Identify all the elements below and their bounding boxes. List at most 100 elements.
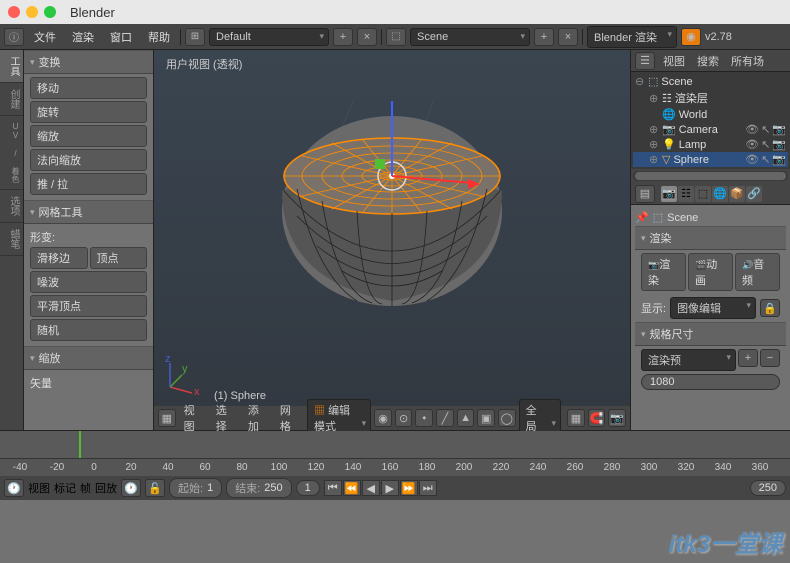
tl-menu-marker[interactable]: 标记 xyxy=(54,480,76,496)
noise-button[interactable]: 噪波 xyxy=(30,271,147,293)
tree-item-sphere[interactable]: ⊕ ▽ Sphere 👁↖📷 xyxy=(633,152,788,167)
timeline-editor-type-icon[interactable]: 🕐 xyxy=(4,479,24,497)
menu-render[interactable]: 渲染 xyxy=(66,29,100,45)
limit-selection-icon[interactable]: ▣ xyxy=(477,409,495,427)
panel-mesh-tools-header[interactable]: 网格工具 xyxy=(24,200,153,224)
face-select-icon[interactable]: ▲ xyxy=(457,409,475,427)
eye-icon[interactable]: 👁 xyxy=(745,123,759,136)
tl-menu-playback[interactable]: 回放 xyxy=(95,480,117,496)
ptab-render[interactable]: 📷 xyxy=(661,186,677,202)
render-icon[interactable]: 📷 xyxy=(772,153,786,166)
properties-editor-icon[interactable]: ▤ xyxy=(635,185,655,203)
panel-scale-header[interactable]: 缩放 xyxy=(24,346,153,370)
outliner-tree[interactable]: ⊖ ⬚ Scene ⊕ ☷ 渲染层 🌐 World ⊕ 📷 Camera 👁↖📷 xyxy=(631,72,790,169)
animation-button[interactable]: 🎬动画 xyxy=(688,253,733,291)
tab-create[interactable]: 创建 xyxy=(0,83,23,116)
shading-mode-icon[interactable]: ◉ xyxy=(374,409,392,427)
vp-menu-select[interactable]: 选择 xyxy=(211,402,240,434)
tab-tools[interactable]: 工具 xyxy=(0,50,23,83)
ptab-scene[interactable]: ⬚ xyxy=(695,186,711,202)
final-frame-field[interactable]: 250 xyxy=(750,480,786,496)
scale-button[interactable]: 缩放 xyxy=(30,125,147,147)
tl-menu-frame[interactable]: 帧 xyxy=(80,480,91,496)
normal-scale-button[interactable]: 法向缩放 xyxy=(30,149,147,171)
tab-options[interactable]: 选项 xyxy=(0,190,23,223)
outliner-scrollbar[interactable] xyxy=(633,171,788,181)
snap-icon[interactable]: 🧲 xyxy=(588,409,606,427)
tree-item-world[interactable]: 🌐 World xyxy=(633,107,788,122)
resolution-x-field[interactable]: 1080 xyxy=(641,374,780,390)
push-pull-button[interactable]: 推 / 拉 xyxy=(30,173,147,195)
tree-item-camera[interactable]: ⊕ 📷 Camera 👁↖📷 xyxy=(633,122,788,137)
vertex-select-icon[interactable]: ⬩ xyxy=(415,409,433,427)
menu-help[interactable]: 帮助 xyxy=(142,29,176,45)
smooth-vertex-button[interactable]: 平滑顶点 xyxy=(30,295,147,317)
eye-icon[interactable]: 👁 xyxy=(745,153,759,166)
scene-dropdown[interactable]: Scene xyxy=(410,28,530,46)
dimensions-panel-header[interactable]: 规格尺寸 xyxy=(635,322,786,346)
remove-layout-icon[interactable]: × xyxy=(357,28,377,46)
auto-keyframe-icon[interactable]: 🕐 xyxy=(121,479,141,497)
add-preset-icon[interactable]: + xyxy=(738,349,758,367)
scene-browse-icon[interactable]: ⬚ xyxy=(386,28,406,46)
outliner-editor-icon[interactable]: ☰ xyxy=(635,52,655,70)
display-dropdown[interactable]: 图像编辑 xyxy=(670,297,756,319)
randomize-button[interactable]: 随机 xyxy=(30,319,147,341)
eye-icon[interactable]: 👁 xyxy=(745,138,759,151)
tree-item-scene[interactable]: ⊖ ⬚ Scene xyxy=(633,74,788,89)
playhead[interactable] xyxy=(79,431,81,458)
lock-range-icon[interactable]: 🔓 xyxy=(145,479,165,497)
play-button[interactable]: ▶ xyxy=(381,480,399,496)
render-panel-header[interactable]: 渲染 xyxy=(635,226,786,250)
tab-grease-pencil[interactable]: 蜡笔 xyxy=(0,223,23,256)
render-icon[interactable]: 📷 xyxy=(772,138,786,151)
render-button[interactable]: 📷渲染 xyxy=(641,253,686,291)
menu-window[interactable]: 窗口 xyxy=(104,29,138,45)
pin-icon[interactable]: 📌 xyxy=(635,211,649,224)
tab-shading[interactable]: UV / 着色 xyxy=(0,116,23,190)
rotate-button[interactable]: 旋转 xyxy=(30,101,147,123)
ptab-constraints[interactable]: 🔗 xyxy=(746,186,762,202)
add-layout-icon[interactable]: + xyxy=(333,28,353,46)
translate-button[interactable]: 移动 xyxy=(30,77,147,99)
outliner-search[interactable]: 搜索 xyxy=(693,53,723,69)
render-preset-dropdown[interactable]: 渲染预 xyxy=(641,349,736,371)
vp-menu-add[interactable]: 添加 xyxy=(243,402,272,434)
maximize-window-button[interactable] xyxy=(44,6,56,18)
vp-menu-mesh[interactable]: 网格 xyxy=(275,402,304,434)
keyframe-next-button[interactable]: ⏩ xyxy=(400,480,418,496)
tl-menu-view[interactable]: 视图 xyxy=(28,480,50,496)
back-to-previous-icon[interactable]: ⊞ xyxy=(185,28,205,46)
lock-interface-icon[interactable]: 🔒 xyxy=(760,299,780,317)
slide-edge-button[interactable]: 滑移边 xyxy=(30,247,88,269)
pivot-icon[interactable]: ⊙ xyxy=(395,409,413,427)
panel-transform-header[interactable]: 变换 xyxy=(24,50,153,74)
minimize-window-button[interactable] xyxy=(26,6,38,18)
play-reverse-button[interactable]: ◀ xyxy=(362,480,380,496)
3d-viewport[interactable]: 用户视图 (透视) (1) Sphere x y z ▦ 视图 选择 添加 网格… xyxy=(154,50,630,430)
proportional-edit-icon[interactable]: ◯ xyxy=(498,409,516,427)
jump-start-button[interactable]: ⏮ xyxy=(324,480,342,496)
render-icon[interactable]: 📷 xyxy=(772,123,786,136)
tree-item-lamp[interactable]: ⊕ 💡 Lamp 👁↖📷 xyxy=(633,137,788,152)
ptab-layers[interactable]: ☷ xyxy=(678,186,694,202)
info-editor-icon[interactable]: ⓘ xyxy=(4,28,24,46)
timeline-ruler[interactable]: -40 -20 0 20 40 60 80 100 120 140 160 18… xyxy=(0,458,790,476)
current-frame-field[interactable]: 1 xyxy=(296,480,320,496)
outliner-view[interactable]: 视图 xyxy=(659,53,689,69)
cursor-icon[interactable]: ↖ xyxy=(761,138,770,151)
jump-end-button[interactable]: ⏭ xyxy=(419,480,437,496)
cursor-icon[interactable]: ↖ xyxy=(761,123,770,136)
manipulator-y-handle[interactable] xyxy=(375,159,385,169)
close-window-button[interactable] xyxy=(8,6,20,18)
mesh-sphere[interactable] xyxy=(262,101,522,341)
outliner-all-scenes[interactable]: 所有场 xyxy=(727,53,768,69)
viewport-editor-type-icon[interactable]: ▦ xyxy=(158,409,176,427)
add-scene-icon[interactable]: + xyxy=(534,28,554,46)
tree-item-renderlayers[interactable]: ⊕ ☷ 渲染层 xyxy=(633,89,788,107)
ptab-world[interactable]: 🌐 xyxy=(712,186,728,202)
end-frame-field[interactable]: 结束: 250 xyxy=(226,478,291,498)
start-frame-field[interactable]: 起始: 1 xyxy=(169,478,222,498)
render-preview-icon[interactable]: 📷 xyxy=(608,409,626,427)
edge-select-icon[interactable]: ╱ xyxy=(436,409,454,427)
